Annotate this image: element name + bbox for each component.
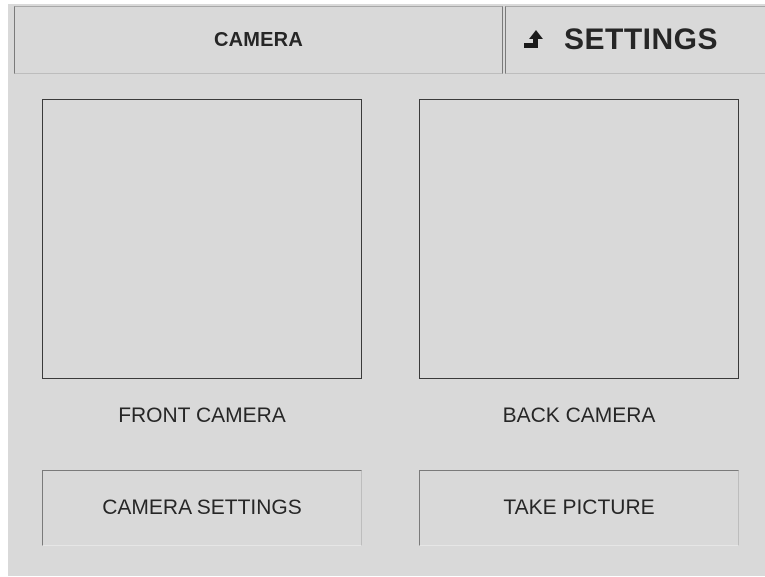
camera-settings-button[interactable]: CAMERA SETTINGS	[42, 470, 362, 546]
return-arrow-icon	[522, 26, 550, 50]
tab-settings[interactable]: SETTINGS	[505, 6, 765, 74]
back-camera-label: BACK CAMERA	[502, 404, 656, 427]
header-bar: CAMERA SETTINGS	[8, 4, 765, 76]
take-picture-button-label: TAKE PICTURE	[503, 496, 655, 519]
back-camera-preview	[419, 99, 739, 379]
tab-camera-label: CAMERA	[214, 28, 303, 51]
camera-screen: CAMERA SETTINGS FRONT CAMERA BACK CAMERA…	[8, 4, 765, 576]
tab-camera[interactable]: CAMERA	[14, 6, 503, 74]
front-camera-preview	[42, 99, 362, 379]
camera-settings-button-label: CAMERA SETTINGS	[102, 496, 302, 519]
front-camera-label: FRONT CAMERA	[118, 404, 286, 427]
take-picture-button[interactable]: TAKE PICTURE	[419, 470, 739, 546]
tab-settings-label: SETTINGS	[564, 23, 719, 56]
